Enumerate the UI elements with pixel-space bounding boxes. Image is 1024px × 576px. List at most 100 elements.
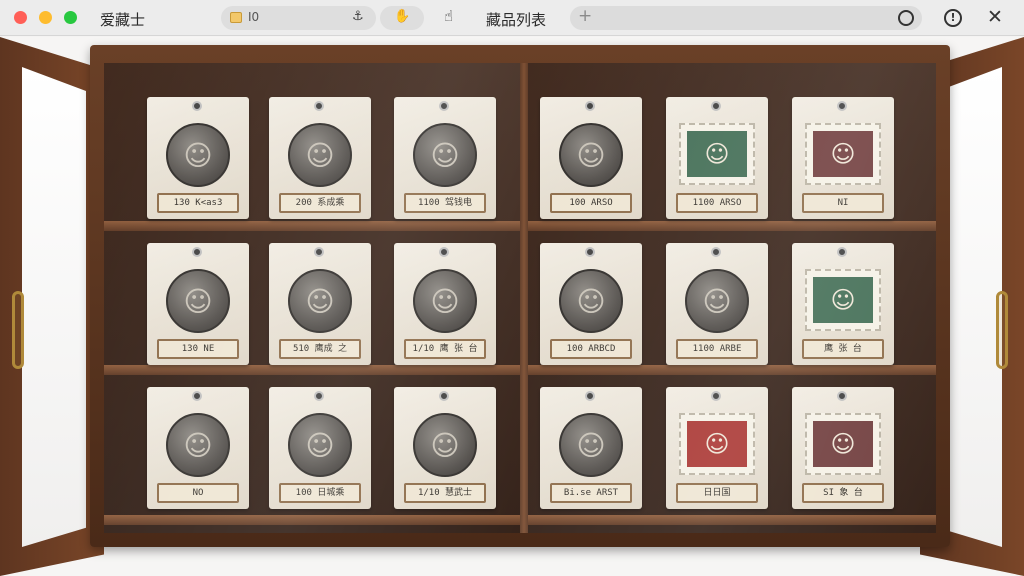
portrait-icon: ☺ — [687, 421, 747, 467]
cabinet-divider — [520, 63, 528, 533]
hang-hole — [439, 391, 449, 401]
portrait-icon: ☺ — [813, 421, 873, 467]
portrait-icon: ☺ — [813, 277, 873, 323]
coin-card[interactable]: ☺ NO — [147, 387, 249, 509]
item-label: 130 K<as3 — [157, 193, 239, 213]
item-label: 1/10 慧武士 — [404, 483, 486, 503]
stamp-card[interactable]: ☺ 鹰 张 台 — [792, 243, 894, 365]
item-label: NI — [802, 193, 884, 213]
item-label: Bi.se ARST — [550, 483, 632, 503]
stamp-image: ☺ — [679, 123, 755, 185]
item-label: NO — [157, 483, 239, 503]
hang-hole — [837, 247, 847, 257]
hang-hole — [314, 101, 324, 111]
coin-card[interactable]: ☺ 1/10 慧武士 — [394, 387, 496, 509]
hang-hole — [837, 101, 847, 111]
stamp-image: ☺ — [679, 413, 755, 475]
item-label: 100 ARBCD — [550, 339, 632, 359]
item-label: 日日国 — [676, 483, 758, 503]
coin-card[interactable]: ☺ 200 系成乘 — [269, 97, 371, 219]
item-label: 100 日城乘 — [279, 483, 361, 503]
info-icon[interactable]: ! — [944, 9, 962, 27]
item-label: 130 NE — [157, 339, 239, 359]
item-label: 200 系成乘 — [279, 193, 361, 213]
coin-card[interactable]: ☺ 100 日城乘 — [269, 387, 371, 509]
item-label: SI 象 台 — [802, 483, 884, 503]
coin-card[interactable]: ☺ Bi.se ARST — [540, 387, 642, 509]
plus-icon[interactable]: + — [578, 6, 592, 26]
stamp-image: ☺ — [805, 123, 881, 185]
cabinet-interior: ☺ 130 K<as3 ☺ 200 系成乘 ☺ 1100 驾钱电 ☺ 100 ARSO ☺ 110… — [104, 63, 936, 533]
stamp-card[interactable]: ☺ 1100 ARSO — [666, 97, 768, 219]
anchor-icon[interactable]: ⚓ — [352, 9, 364, 24]
hang-hole — [585, 101, 595, 111]
stamp-card[interactable]: ☺ NI — [792, 97, 894, 219]
item-label: 510 鹰成 之 — [279, 339, 361, 359]
coin-image: ☺ — [166, 413, 230, 477]
coin-image: ☺ — [288, 269, 352, 333]
coin-card[interactable]: ☺ 100 ARSO — [540, 97, 642, 219]
stamp-card[interactable]: ☺ SI 象 台 — [792, 387, 894, 509]
close-window-button[interactable] — [14, 11, 27, 24]
hang-hole — [711, 247, 721, 257]
folder-icon — [230, 12, 242, 23]
hang-hole — [192, 101, 202, 111]
hang-hole — [439, 101, 449, 111]
hang-hole — [439, 247, 449, 257]
portrait-icon: ☺ — [687, 131, 747, 177]
right-door-handle[interactable] — [996, 291, 1008, 369]
coin-card[interactable]: ☺ 1100 驾钱电 — [394, 97, 496, 219]
item-label: 100 ARSO — [550, 193, 632, 213]
coin-card[interactable]: ☺ 510 鹰成 之 — [269, 243, 371, 365]
hang-hole — [711, 101, 721, 111]
coin-image: ☺ — [685, 269, 749, 333]
coin-image: ☺ — [288, 123, 352, 187]
coin-image: ☺ — [166, 269, 230, 333]
zoom-window-button[interactable] — [64, 11, 77, 24]
coin-image: ☺ — [559, 413, 623, 477]
item-label: 1/10 鹰 张 台 — [404, 339, 486, 359]
coin-card[interactable]: ☺ 130 NE — [147, 243, 249, 365]
hang-hole — [192, 391, 202, 401]
hand-icon[interactable]: ✋ — [394, 9, 410, 24]
hang-hole — [711, 391, 721, 401]
hang-hole — [837, 391, 847, 401]
coin-image: ☺ — [559, 123, 623, 187]
minimize-window-button[interactable] — [39, 11, 52, 24]
pointer-hand-icon[interactable]: ☝ — [444, 7, 453, 25]
left-door-handle[interactable] — [12, 291, 24, 369]
address-bar[interactable] — [570, 6, 922, 30]
coin-card[interactable]: ☺ 1/10 鹰 张 台 — [394, 243, 496, 365]
display-cabinet: ☺ 130 K<as3 ☺ 200 系成乘 ☺ 1100 驾钱电 ☺ 100 ARSO ☺ 110… — [90, 45, 950, 547]
hang-hole — [314, 247, 324, 257]
stamp-image: ☺ — [805, 413, 881, 475]
collection-view: ☺ 130 K<as3 ☺ 200 系成乘 ☺ 1100 驾钱电 ☺ 100 ARSO ☺ 110… — [0, 37, 1024, 576]
hang-hole — [585, 247, 595, 257]
item-label: 鹰 张 台 — [802, 339, 884, 359]
left-door-glass — [22, 67, 86, 547]
item-label: 1100 ARSO — [676, 193, 758, 213]
title-bar: 爱藏士 I0 ⚓ ✋ ☝ 藏品列表 + ! ✕ — [0, 0, 1024, 36]
hang-hole — [585, 391, 595, 401]
coin-card[interactable]: ☺ 130 K<as3 — [147, 97, 249, 219]
page-title: 藏品列表 — [486, 11, 547, 29]
coin-image: ☺ — [559, 269, 623, 333]
coin-image: ☺ — [413, 269, 477, 333]
coin-image: ☺ — [413, 123, 477, 187]
tab-label[interactable]: I0 — [248, 10, 259, 24]
close-icon[interactable]: ✕ — [987, 6, 1003, 28]
coin-image: ☺ — [413, 413, 477, 477]
item-label: 1100 驾钱电 — [404, 193, 486, 213]
hang-hole — [314, 391, 324, 401]
coin-image: ☺ — [288, 413, 352, 477]
coin-image: ☺ — [166, 123, 230, 187]
coin-card[interactable]: ☺ 1100 ARBE — [666, 243, 768, 365]
stamp-card[interactable]: ☺ 日日国 — [666, 387, 768, 509]
stamp-image: ☺ — [805, 269, 881, 331]
app-title: 爱藏士 — [100, 11, 146, 29]
coin-card[interactable]: ☺ 100 ARBCD — [540, 243, 642, 365]
portrait-icon: ☺ — [813, 131, 873, 177]
hang-hole — [192, 247, 202, 257]
item-label: 1100 ARBE — [676, 339, 758, 359]
circle-icon[interactable] — [898, 10, 914, 26]
